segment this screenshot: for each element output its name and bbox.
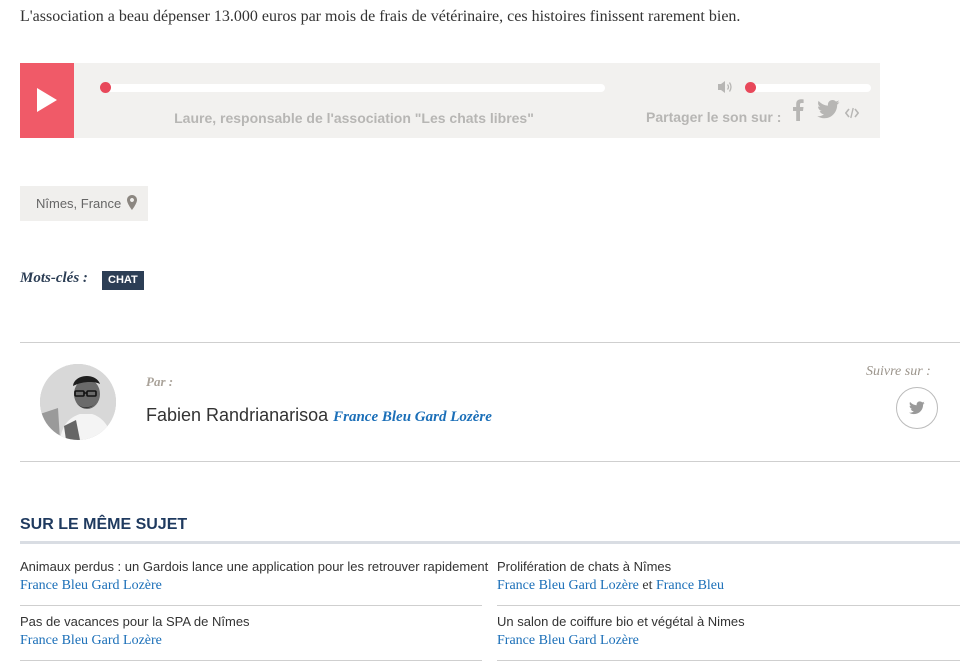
article-source: France Bleu Gard Lozère xyxy=(497,633,639,649)
volume-icon[interactable] xyxy=(717,80,733,94)
tags-label: Mots-clés : xyxy=(20,270,88,286)
embed-icon[interactable] xyxy=(845,107,859,119)
article-source-link[interactable]: France Bleu Gard Lozère xyxy=(497,633,639,648)
twitter-icon[interactable] xyxy=(817,100,840,119)
author-station-link[interactable]: France Bleu Gard Lozère xyxy=(333,409,492,425)
article-source: France Bleu Gard Lozère xyxy=(20,578,162,594)
divider xyxy=(20,605,482,606)
audio-player: Laure, responsable de l'association "Les… xyxy=(20,63,880,138)
follow-label: Suivre sur : xyxy=(866,364,931,379)
article-title-link[interactable]: Animaux perdus : un Gardois lance une ap… xyxy=(20,559,488,574)
article-title-link[interactable]: Prolifération de chats à Nîmes xyxy=(497,559,671,574)
article-source-link[interactable]: France Bleu Gard Lozère xyxy=(20,578,162,593)
divider xyxy=(20,461,960,462)
article-source-joiner: et xyxy=(642,578,653,593)
section-rule xyxy=(20,541,960,544)
play-button[interactable] xyxy=(20,63,74,138)
article-source-link[interactable]: France Bleu Gard Lozère xyxy=(20,633,162,648)
article-source-link[interactable]: France Bleu xyxy=(656,578,724,593)
progress-bar[interactable] xyxy=(100,82,605,93)
author-photo xyxy=(40,364,116,440)
divider xyxy=(497,605,960,606)
article-source: France Bleu Gard Lozère et France Bleu xyxy=(497,578,724,594)
divider xyxy=(20,660,482,661)
twitter-icon xyxy=(909,401,925,415)
audio-caption: Laure, responsable de l'association "Les… xyxy=(174,110,534,126)
author-name: Fabien Randrianarisoa xyxy=(146,405,329,425)
location-label: Nîmes, France xyxy=(36,196,122,211)
author-line: Fabien Randrianarisoa France Bleu Gard L… xyxy=(146,405,492,426)
play-icon xyxy=(37,88,57,112)
share-label: Partager le son sur : xyxy=(646,109,782,125)
location-chip[interactable]: Nîmes, France xyxy=(20,186,148,221)
by-label: Par : xyxy=(146,374,174,389)
intro-text: L'association a beau dépenser 13.000 eur… xyxy=(20,8,741,25)
article-title-link[interactable]: Un salon de coiffure bio et végétal à Ni… xyxy=(497,614,745,629)
facebook-icon[interactable] xyxy=(792,99,804,121)
article-title-link[interactable]: Pas de vacances pour la SPA de Nîmes xyxy=(20,614,250,629)
map-pin-icon xyxy=(127,195,137,210)
divider xyxy=(20,342,960,343)
tag-chat[interactable]: CHAT xyxy=(102,271,144,290)
article-source-link[interactable]: France Bleu Gard Lozère xyxy=(497,578,639,593)
follow-twitter-button[interactable] xyxy=(896,387,938,429)
avatar xyxy=(40,364,116,440)
volume-handle[interactable] xyxy=(745,82,756,93)
volume-slider[interactable] xyxy=(745,82,871,93)
article-source: France Bleu Gard Lozère xyxy=(20,633,162,649)
section-title: SUR LE MÊME SUJET xyxy=(20,516,188,533)
progress-handle[interactable] xyxy=(100,82,111,93)
divider xyxy=(497,660,960,661)
